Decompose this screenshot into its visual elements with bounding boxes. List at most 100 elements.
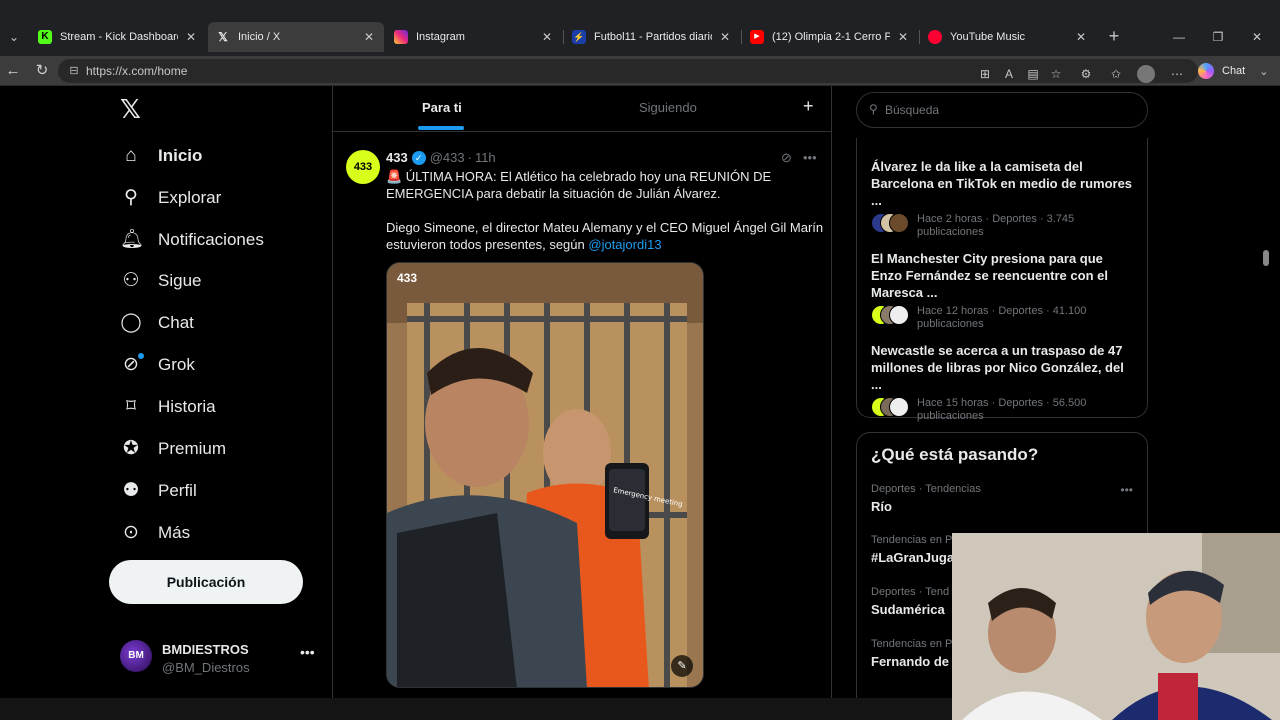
news-title: Álvarez le da like a la camiseta del Bar…	[871, 159, 1133, 208]
nav-home[interactable]: ⌂ Inicio	[108, 136, 308, 176]
minimize-icon[interactable]: —	[1164, 26, 1194, 48]
translate-icon[interactable]: A	[1000, 65, 1018, 83]
more-dots-icon[interactable]: •••	[300, 644, 315, 660]
news-avatars	[871, 305, 911, 325]
trends-title: ¿Qué está pasando?	[871, 445, 1039, 464]
close-tab-icon[interactable]: ✕	[1074, 30, 1088, 44]
left-sidebar: 𝕏 ⌂ Inicio ⚲ Explorar 🔔︎ Notificaciones …	[108, 86, 332, 698]
extensions-icon[interactable]: ⚙	[1077, 65, 1095, 83]
nav-bookmarks[interactable]: ⌑ Historia	[108, 387, 308, 427]
url-text: https://x.com/home	[86, 64, 188, 78]
back-arrow-icon[interactable]: ←	[2, 60, 24, 82]
account-switcher[interactable]: BM BMDIESTROS @BM_Diestros •••	[120, 636, 330, 680]
news-item[interactable]: Álvarez le da like a la camiseta del Bar…	[871, 158, 1137, 239]
tab-youtube-video[interactable]: ▶ (12) Olimpia 2-1 Cerro Porteñ ✕	[742, 24, 918, 50]
tab-futbol11[interactable]: ⚡ Futbol11 - Partidos diarios de ✕	[564, 24, 740, 50]
tab-label: (12) Olimpia 2-1 Cerro Porteñ	[772, 31, 890, 43]
news-meta-line: publicaciones	[917, 410, 984, 422]
avatar[interactable]: 433	[346, 150, 380, 184]
youtube-favicon-icon: ▶	[750, 30, 764, 44]
chat-icon: ◯	[120, 312, 142, 333]
tab-following[interactable]: Siguiendo	[639, 100, 697, 115]
mention-link[interactable]: @jotajordi13	[588, 237, 661, 252]
nav-explore[interactable]: ⚲ Explorar	[108, 178, 308, 218]
browser-tab-bar: ⌄ K Stream - Kick Dashboard ✕ 𝕏 Inicio /…	[0, 0, 1280, 56]
youtube-music-favicon-icon	[928, 30, 942, 44]
reload-icon[interactable]: ↻	[31, 60, 53, 82]
nav-label: Más	[158, 523, 191, 542]
favorites-list-icon[interactable]: ✩	[1107, 65, 1125, 83]
news-item[interactable]: Newcastle se acerca a un traspaso de 47 …	[871, 342, 1137, 423]
new-tab-icon[interactable]: +	[1104, 26, 1124, 48]
nav-chat[interactable]: ◯ Chat	[108, 303, 308, 343]
tweet-handle[interactable]: @433	[430, 150, 465, 165]
tab-for-you[interactable]: Para ti	[422, 100, 462, 115]
tweet[interactable]: 433 433 ✓ @433 · 11h ⊘ ••• 🚨 ÚLTIMA HORA…	[333, 142, 831, 698]
news-meta-text: Hace 15 horas · Deportes · 56.500 public…	[917, 397, 1086, 423]
nav-profile[interactable]: ⚉ Perfil	[108, 471, 308, 511]
close-tab-icon[interactable]: ✕	[896, 30, 910, 44]
futbol11-favicon-icon: ⚡	[572, 30, 586, 44]
close-window-icon[interactable]: ✕	[1242, 26, 1272, 48]
nav-label: Grok	[158, 355, 195, 374]
tweet-author-name[interactable]: 433	[386, 150, 408, 165]
chevron-down-icon[interactable]: ⌄	[1259, 65, 1268, 78]
tweet-image[interactable]: Emergency meeting 433 ✎	[386, 262, 704, 688]
news-meta-line: publicaciones	[917, 226, 984, 238]
tab-youtube-music[interactable]: YouTube Music ✕	[920, 24, 1096, 50]
nav-more[interactable]: ⊙ Más	[108, 513, 308, 553]
reader-icon[interactable]: ▤	[1024, 65, 1042, 83]
copilot-icon	[1198, 63, 1214, 79]
profile-icon: ⚉	[122, 480, 140, 501]
more-dots-icon[interactable]: •••	[1120, 483, 1133, 497]
tweet-time[interactable]: 11h	[475, 150, 496, 165]
nav-label: Perfil	[158, 481, 197, 500]
grok-analyze-icon[interactable]: ⊘	[781, 150, 792, 166]
app-available-icon[interactable]: ⊞	[976, 65, 994, 83]
account-name: BMDIESTROS	[162, 642, 249, 657]
tab-kick[interactable]: K Stream - Kick Dashboard ✕	[30, 24, 206, 50]
search-input[interactable]: ⚲ Búsqueda	[856, 92, 1148, 128]
follow-icon: ⚇	[122, 270, 140, 291]
search-icon: ⚲	[124, 187, 138, 208]
scroll-thumb[interactable]	[1263, 250, 1269, 266]
tweet-paragraph: 🚨 ÚLTIMA HORA: El Atlético ha celebrado …	[386, 169, 772, 201]
verified-badge-icon: ✓	[411, 150, 426, 165]
x-logo-icon[interactable]: 𝕏	[120, 97, 144, 123]
settings-more-icon[interactable]: ⋯	[1168, 65, 1186, 83]
nav-premium[interactable]: ✪ Premium	[108, 429, 308, 469]
nav-label: Historia	[158, 397, 216, 416]
tab-instagram[interactable]: Instagram ✕	[386, 24, 562, 50]
favorite-star-icon[interactable]: ☆	[1047, 65, 1065, 83]
nav-label: Inicio	[158, 146, 203, 165]
restore-icon[interactable]: ❐	[1203, 26, 1233, 48]
post-button[interactable]: Publicación	[109, 560, 303, 604]
news-meta: Hace 2 horas · Deportes · 3.745 publicac…	[871, 213, 1137, 239]
close-tab-icon[interactable]: ✕	[362, 30, 376, 44]
timeline: Para ti Siguiendo + 433 433 ✓ @433 · 11h…	[333, 86, 831, 698]
copilot-chat-button[interactable]: Chat ⌄	[1198, 61, 1268, 81]
tab-search-chevron-icon[interactable]: ⌄	[4, 26, 24, 48]
profile-avatar-icon[interactable]	[1137, 65, 1155, 83]
nav-notifications[interactable]: 🔔︎ Notificaciones	[108, 220, 308, 260]
news-meta-line: Hace 15 horas · Deportes · 56.500	[917, 397, 1087, 409]
trend-item[interactable]: Deportes · Tendencias Río •••	[871, 483, 1141, 514]
tab-x-home[interactable]: 𝕏 Inicio / X ✕	[208, 22, 384, 52]
nav-follow[interactable]: ⚇ Sigue	[108, 261, 308, 301]
news-meta-line: publicaciones	[917, 318, 984, 330]
edit-image-icon[interactable]: ✎	[671, 655, 693, 677]
tab-label: Instagram	[416, 31, 465, 43]
site-info-icon[interactable]: ⊟	[66, 63, 82, 79]
avatar: BM	[120, 640, 152, 672]
add-tab-icon[interactable]: +	[803, 96, 814, 117]
news-item[interactable]: El Manchester City presiona para que Enz…	[871, 250, 1137, 331]
more-dots-icon[interactable]: •••	[803, 150, 817, 165]
tab-label: Stream - Kick Dashboard	[60, 31, 178, 43]
url-field[interactable]: ⊟ https://x.com/home ⊞ A ▤ ☆ ⚙ ✩ ⋯	[58, 59, 1198, 83]
close-tab-icon[interactable]: ✕	[718, 30, 732, 44]
close-tab-icon[interactable]: ✕	[184, 30, 198, 44]
close-tab-icon[interactable]: ✕	[540, 30, 554, 44]
news-avatars	[871, 213, 911, 233]
nav-grok[interactable]: ⊘ Grok	[108, 345, 308, 385]
webcam-video	[952, 533, 1280, 720]
